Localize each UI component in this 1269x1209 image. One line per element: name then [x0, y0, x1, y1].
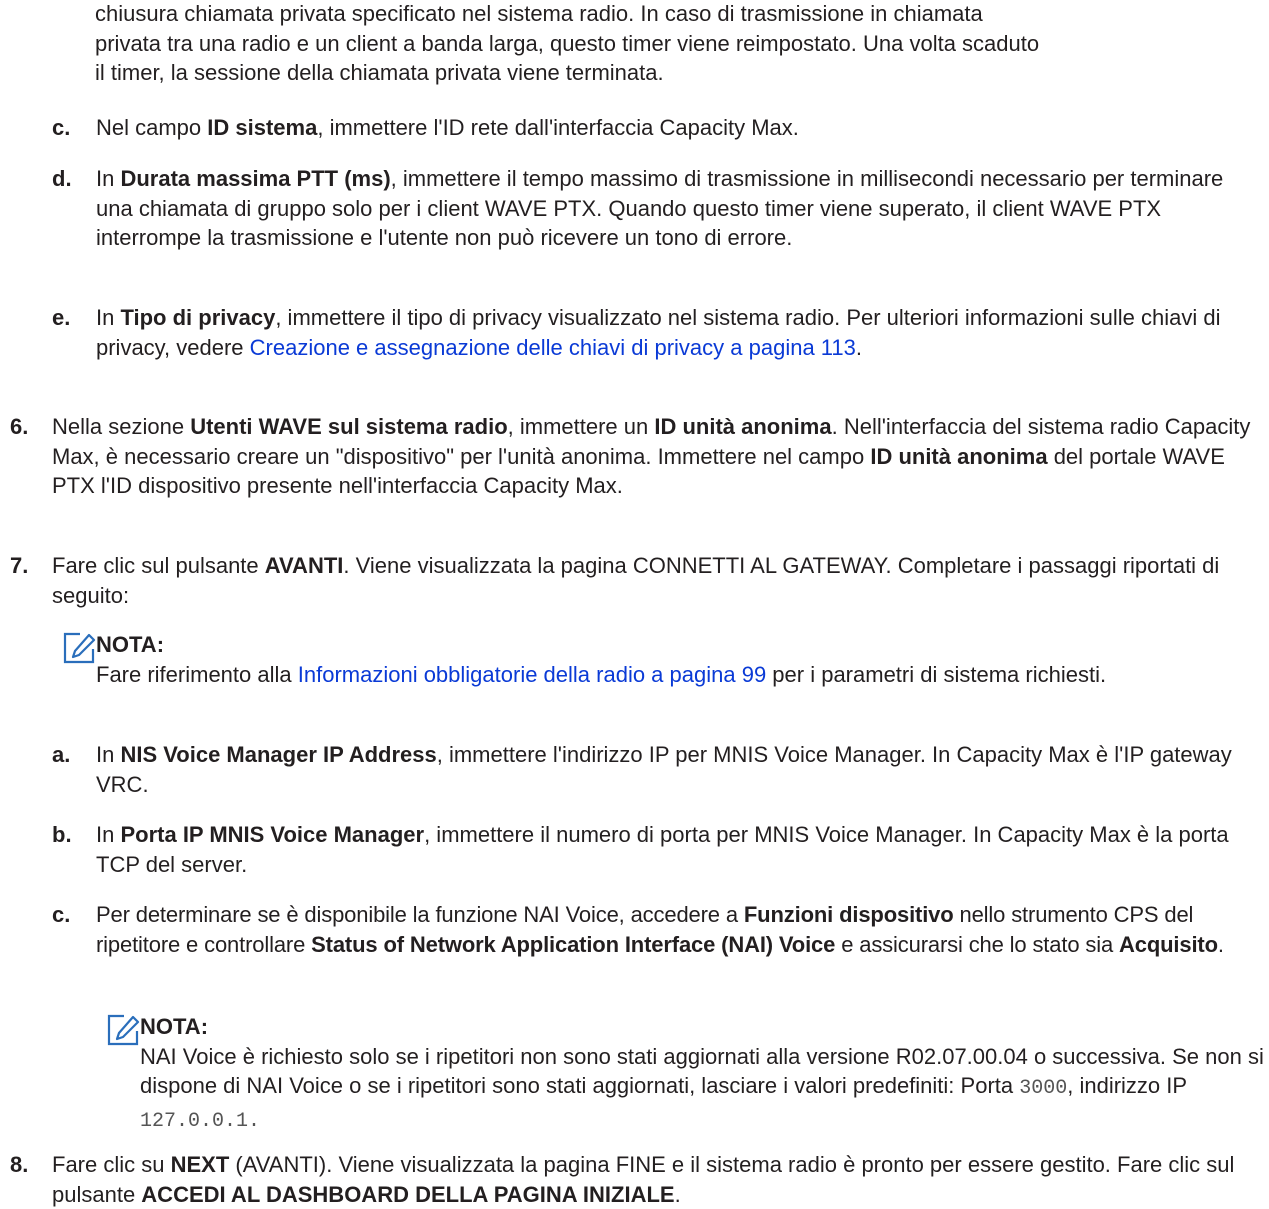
para-line-3: il timer, la sessione della chiamata pri…: [95, 60, 664, 85]
radio-info-link[interactable]: Informazioni obbligatorie della radio a …: [298, 662, 766, 687]
substep-durata-ptt: In Durata massima PTT (ms), immettere il…: [96, 164, 1261, 253]
field-name: Funzioni dispositivo: [743, 902, 954, 927]
text: In: [96, 742, 121, 767]
note-1: NOTA: Fare riferimento alla Informazioni…: [96, 630, 1261, 689]
text: .: [855, 334, 862, 360]
substep-label: d.: [52, 166, 72, 191]
substep-nai-voice: Per determinare se è disponibile la funz…: [96, 900, 1265, 959]
text: .: [1217, 931, 1224, 957]
button-name: ACCEDI AL DASHBOARD DELLA PAGINA INIZIAL…: [141, 1181, 675, 1207]
text: e assicurarsi che lo stato sia: [835, 931, 1120, 957]
substep-nis-ip: In NIS Voice Manager IP Address, immette…: [96, 740, 1261, 799]
para-line-2: privata tra una radio e un client a band…: [95, 30, 1040, 56]
text: Fare clic su: [52, 1152, 171, 1177]
text: Per determinare se è disponibile la funz…: [96, 902, 744, 927]
text: per i parametri di sistema richiesti.: [766, 661, 1107, 687]
status-value: Acquisito: [1119, 931, 1218, 957]
text: .: [674, 1181, 681, 1207]
field-name: ID sistema: [207, 115, 318, 140]
text: In: [96, 822, 121, 847]
default-ip: 127.0.0.1.: [140, 1109, 261, 1133]
note-icon: [107, 1014, 140, 1046]
substep-label: e.: [52, 305, 71, 330]
field-name: ID unità anonima: [654, 414, 832, 439]
field-name: Durata massima PTT (ms): [120, 166, 391, 191]
continued-paragraph: chiusura chiamata privata specificato ne…: [95, 0, 1260, 88]
note-title: NOTA:: [140, 1014, 209, 1039]
substep-mnis-port: In Porta IP MNIS Voice Manager, immetter…: [96, 820, 1261, 879]
step-6: Nella sezione Utenti WAVE sul sistema ra…: [52, 412, 1260, 501]
text: , immettere un: [507, 414, 655, 439]
field-name: Tipo di privacy: [120, 305, 276, 330]
para-line-1: chiusura chiamata privata specificato ne…: [95, 1, 983, 26]
step-number: 8.: [10, 1152, 29, 1177]
step-8: Fare clic su NEXT (AVANTI). Viene visual…: [52, 1150, 1260, 1209]
note-title: NOTA:: [96, 632, 165, 657]
text: In: [96, 166, 121, 191]
button-name: NEXT: [170, 1152, 230, 1177]
note-2: NOTA: NAI Voice è richiesto solo se i ri…: [140, 1012, 1265, 1136]
text: Fare clic sul pulsante: [52, 553, 265, 578]
text: Fare riferimento alla: [96, 661, 298, 687]
text: , indirizzo IP: [1067, 1073, 1187, 1098]
substep-label: b.: [52, 822, 72, 847]
field-name: Porta IP MNIS Voice Manager: [120, 822, 425, 847]
document-page: chiusura chiamata privata specificato ne…: [0, 0, 1269, 1207]
substep-label: c.: [52, 902, 71, 927]
button-name: AVANTI: [264, 553, 344, 578]
step-number: 7.: [10, 553, 29, 578]
text: Nel campo: [96, 115, 208, 140]
privacy-keys-link[interactable]: Creazione e assegnazione delle chiavi di…: [250, 335, 856, 360]
substep-tipo-privacy: In Tipo di privacy, immettere il tipo di…: [96, 303, 1261, 362]
step-number: 6.: [10, 414, 29, 439]
substep-id-sistema: Nel campo ID sistema, immettere l'ID ret…: [96, 113, 1261, 143]
field-name: ID unità anonima: [870, 443, 1048, 469]
section-name: Utenti WAVE sul sistema radio: [190, 414, 508, 439]
field-name: NIS Voice Manager IP Address: [120, 742, 437, 767]
text: Nella sezione: [52, 414, 191, 439]
note-icon: [63, 632, 96, 664]
step-7: Fare clic sul pulsante AVANTI. Viene vis…: [52, 551, 1252, 610]
default-port: 3000: [1019, 1077, 1068, 1100]
text: , immettere l'ID rete dall'interfaccia C…: [317, 115, 799, 140]
substep-label: a.: [52, 742, 71, 767]
substep-label: c.: [52, 115, 71, 140]
text: In: [96, 305, 121, 330]
field-name: Status of Network Application Interface …: [311, 931, 836, 957]
